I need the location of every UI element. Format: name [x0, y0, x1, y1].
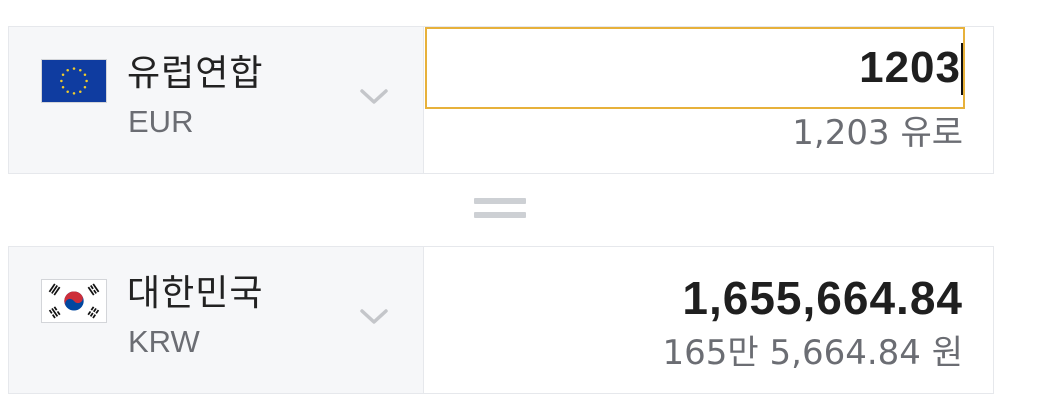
source-country-name: 유럽연합 — [127, 53, 264, 94]
target-currency-row: 대한민국 KRW 1,655,664.84 165만 5,664.84 원 — [8, 246, 994, 394]
target-country-name: 대한민국 — [127, 273, 264, 314]
source-amount-panel: 1203 1,203 유로 — [425, 27, 993, 173]
source-amount-value[interactable]: 1203 — [859, 39, 961, 97]
equals-icon — [474, 198, 526, 220]
korea-flag-icon — [41, 279, 107, 323]
eu-flag-icon — [41, 59, 107, 103]
currency-converter: 유럽연합 EUR 1203 1,203 유로 대한민국 KRW 1,655,66… — [0, 0, 1037, 415]
chevron-down-icon[interactable] — [359, 307, 389, 327]
target-currency-code: KRW — [128, 324, 200, 359]
text-cursor — [961, 43, 963, 95]
source-amount-input[interactable]: 1203 — [425, 27, 965, 109]
source-amount-words: 1,203 유로 — [792, 113, 963, 153]
source-currency-code: EUR — [128, 104, 194, 139]
target-currency-selector[interactable]: 대한민국 KRW — [9, 247, 424, 393]
source-currency-selector[interactable]: 유럽연합 EUR — [9, 27, 424, 173]
target-amount-panel: 1,655,664.84 165만 5,664.84 원 — [425, 247, 993, 393]
target-amount-words: 165만 5,664.84 원 — [662, 333, 963, 373]
target-amount-value[interactable]: 1,655,664.84 — [682, 269, 963, 327]
chevron-down-icon[interactable] — [359, 87, 389, 107]
source-currency-row: 유럽연합 EUR 1203 1,203 유로 — [8, 26, 994, 174]
